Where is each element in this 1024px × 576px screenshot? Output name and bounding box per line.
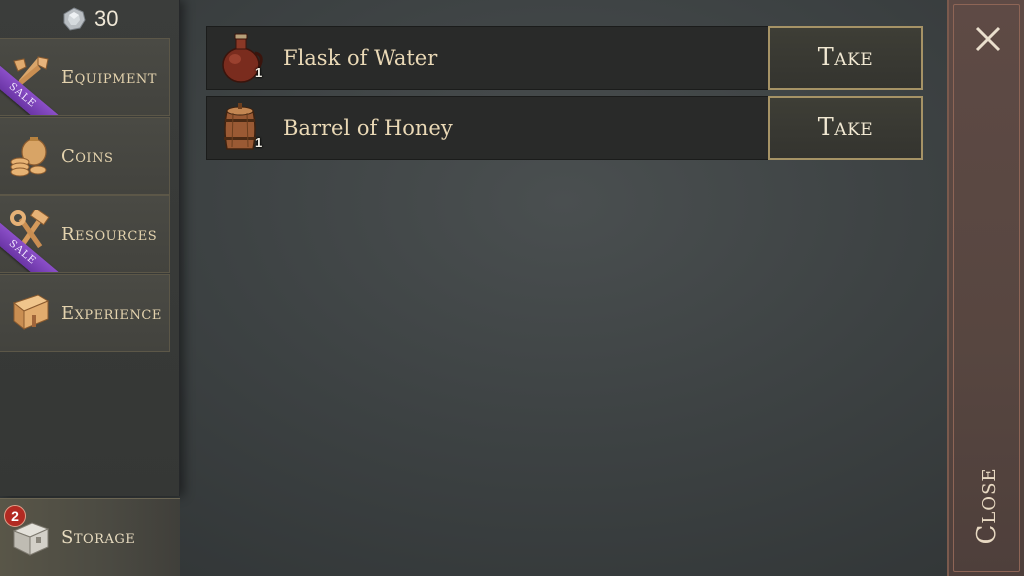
book-icon bbox=[12, 294, 50, 331]
item-name: Flask of Water bbox=[283, 46, 438, 70]
category-sidebar: 30 SALE Equipment Coins SALE Resources E… bbox=[0, 0, 180, 496]
coin-bag-icon bbox=[10, 137, 47, 177]
storage-item-row: 1 Flask of Water Take bbox=[206, 26, 923, 90]
item-quantity: 1 bbox=[255, 135, 263, 150]
sidebar-item-label: Coins bbox=[61, 146, 114, 167]
currency-value: 30 bbox=[94, 6, 119, 31]
sidebar-item-label: Resources bbox=[61, 224, 158, 245]
close-icon[interactable] bbox=[973, 24, 1003, 54]
storage-item-row: 1 Barrel of Honey Take bbox=[206, 96, 923, 160]
currency-display: 30 bbox=[0, 0, 180, 38]
storage-label: Storage bbox=[61, 527, 136, 548]
sidebar-item-resources[interactable]: SALE Resources bbox=[0, 195, 170, 273]
sidebar-item-equipment[interactable]: SALE Equipment bbox=[0, 38, 170, 116]
item-quantity: 1 bbox=[255, 65, 263, 80]
close-label: Close bbox=[972, 467, 1002, 545]
take-button[interactable]: Take bbox=[768, 26, 923, 90]
close-panel[interactable]: Close bbox=[947, 0, 1024, 576]
sidebar-item-experience[interactable]: Experience bbox=[0, 274, 170, 352]
notification-badge: 2 bbox=[4, 505, 26, 527]
silver-gem-icon bbox=[63, 7, 86, 31]
sidebar-item-coins[interactable]: Coins bbox=[0, 117, 170, 195]
sidebar-item-label: Experience bbox=[61, 303, 162, 324]
sidebar-item-storage[interactable]: Storage bbox=[0, 498, 180, 576]
item-name: Barrel of Honey bbox=[283, 116, 453, 140]
take-button[interactable]: Take bbox=[768, 96, 923, 160]
sidebar-item-label: Equipment bbox=[61, 67, 157, 88]
